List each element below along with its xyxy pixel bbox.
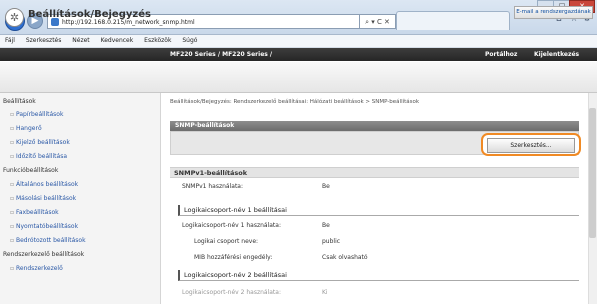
address-url: http://192.168.0.215/m_network_snmp.html bbox=[62, 19, 195, 26]
group2-use-value: Ki bbox=[322, 289, 328, 296]
scrollbar-thumb[interactable] bbox=[589, 108, 596, 238]
edit-button-highlight: Szerkesztés... bbox=[481, 133, 581, 156]
sidebar: Beállítások Papírbeállítások Hangerő Kij… bbox=[0, 93, 161, 304]
menu-file[interactable]: Fájl bbox=[5, 37, 15, 44]
group1-name-value: public bbox=[322, 238, 341, 245]
sidebar-item-system-manager[interactable]: Rendszerkezelő bbox=[10, 265, 63, 272]
logout-link[interactable]: Kijelentkezés bbox=[534, 48, 579, 61]
sidebar-item-copy[interactable]: Másolási beállítások bbox=[10, 195, 76, 202]
sidebar-item-other[interactable]: Bedrótozott beállítások bbox=[10, 237, 86, 244]
address-bar-tools[interactable]: ⌕ ▾ C ✕ bbox=[360, 14, 396, 29]
snmpv1-label: SNMPv1 használata: bbox=[182, 183, 243, 190]
group1-mib-value: Csak olvasható bbox=[322, 254, 368, 261]
breadcrumb: Beállítások/Bejegyzés: Rendszerkezelő be… bbox=[170, 99, 420, 105]
sidebar-item-printer[interactable]: Nyomtatóbeállítások bbox=[10, 223, 78, 230]
menu-help[interactable]: Súgó bbox=[182, 37, 197, 44]
group1-header: Logikaicsoport-név 1 beállításai bbox=[178, 205, 579, 216]
sidebar-item-display[interactable]: Kijelző beállítások bbox=[10, 139, 70, 146]
snmpv1-value: Be bbox=[322, 183, 330, 190]
group2-header: Logikaicsoport-név 2 beállításai bbox=[178, 270, 579, 281]
group1-use-label: Logikaicsoport-név 1 használata: bbox=[182, 222, 281, 229]
menu-bar: Fájl Szerkesztés Nézet Kedvencek Eszközö… bbox=[0, 35, 597, 48]
portal-link[interactable]: Portálhoz bbox=[485, 48, 517, 61]
snmpv1-section-header: SNMPv1-beállítások bbox=[170, 167, 579, 178]
sidebar-item-volume[interactable]: Hangerő bbox=[10, 125, 42, 132]
menu-view[interactable]: Nézet bbox=[72, 37, 89, 44]
mail-admin-button[interactable]: E-mail a rendszergazdának bbox=[514, 6, 593, 19]
group1-use-value: Be bbox=[322, 222, 330, 229]
sidebar-item-paper[interactable]: Papírbeállítások bbox=[10, 111, 63, 118]
settings-registration-icon: ✲ bbox=[5, 8, 24, 27]
page-title: Beállítások/Bejegyzés bbox=[28, 9, 151, 20]
menu-favorites[interactable]: Kedvencek bbox=[101, 37, 134, 44]
page-title-bar bbox=[0, 62, 597, 93]
group1-name-label: Logikai csoport neve: bbox=[194, 238, 259, 245]
sidebar-item-fax[interactable]: Faxbeállítások bbox=[10, 209, 59, 216]
sidebar-item-general[interactable]: Általános beállítások bbox=[10, 181, 78, 188]
sidebar-section-management[interactable]: Rendszerkezelő beállítások bbox=[3, 251, 84, 258]
printer-name: MF220 Series / MF220 Series / bbox=[170, 51, 273, 58]
menu-edit[interactable]: Szerkesztés bbox=[26, 37, 62, 44]
edit-button[interactable]: Szerkesztés... bbox=[487, 138, 575, 153]
browser-tab[interactable] bbox=[396, 11, 510, 30]
group1-mib-label: MIB hozzáférési engedély: bbox=[194, 254, 273, 261]
sidebar-section-functions[interactable]: Funkcióbeállítások bbox=[3, 167, 58, 174]
snmp-panel-header: SNMP-beállítások bbox=[170, 121, 579, 131]
sidebar-item-timer[interactable]: Időzítő beállítása bbox=[10, 153, 67, 160]
menu-tools[interactable]: Eszközök bbox=[144, 37, 171, 44]
printer-header-band: MF220 Series / MF220 Series / Portálhoz … bbox=[0, 48, 597, 61]
sidebar-section-settings[interactable]: Beállítások bbox=[3, 98, 36, 105]
group2-use-label: Logikaicsoport-név 2 használata: bbox=[182, 289, 281, 296]
